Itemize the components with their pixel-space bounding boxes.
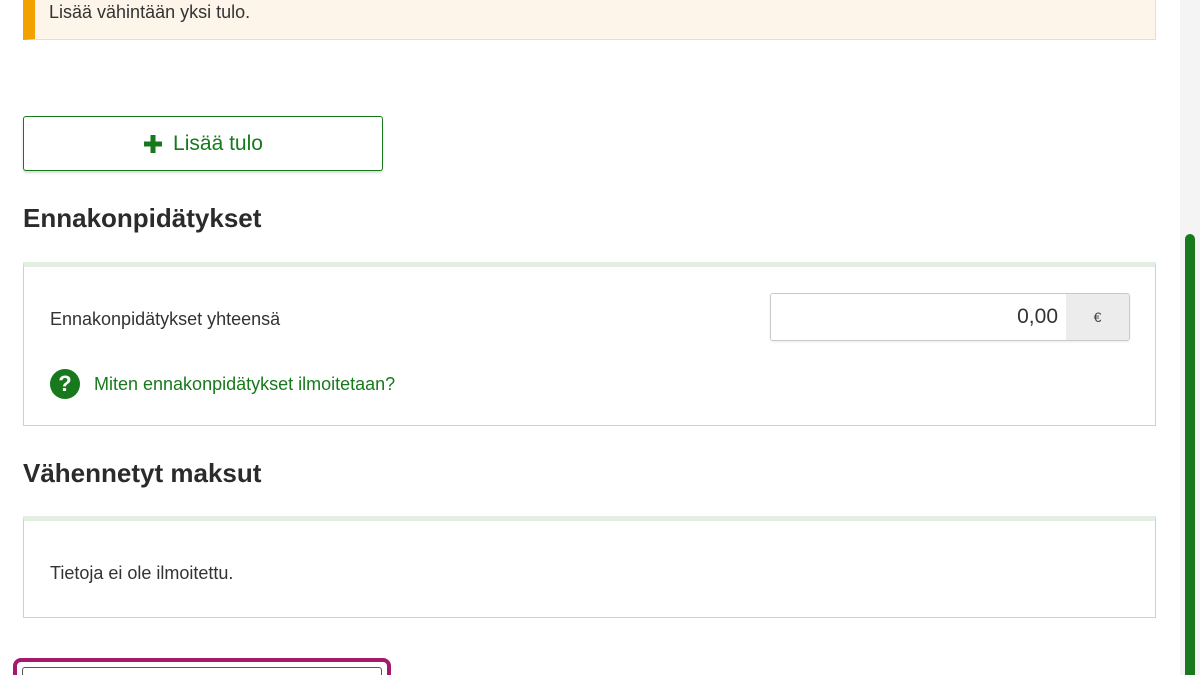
warning-notice: Lisää vähintään yksi tulo. bbox=[23, 0, 1156, 40]
focused-button[interactable] bbox=[13, 658, 391, 675]
withholdings-amount-field[interactable]: € bbox=[770, 293, 1130, 341]
withholdings-total-label: Ennakonpidätykset yhteensä bbox=[50, 309, 281, 329]
withholdings-help-link[interactable]: ? Miten ennakonpidätykset ilmoitetaan? bbox=[50, 369, 395, 399]
question-circle-icon: ? bbox=[50, 369, 80, 399]
scrollbar-thumb[interactable] bbox=[1185, 234, 1195, 675]
add-income-button[interactable]: Lisää tulo bbox=[23, 116, 383, 171]
help-link-text: Miten ennakonpidätykset ilmoitetaan? bbox=[94, 373, 396, 394]
focused-button-inner bbox=[22, 667, 382, 675]
withholdings-amount-input[interactable] bbox=[771, 294, 1066, 340]
plus-icon bbox=[144, 134, 163, 153]
currency-unit: € bbox=[1066, 294, 1129, 340]
deducted-payments-empty-text: Tietoja ei ole ilmoitettu. bbox=[50, 563, 234, 583]
add-income-label: Lisää tulo bbox=[173, 131, 263, 155]
notice-text: Lisää vähintään yksi tulo. bbox=[49, 2, 251, 22]
withholdings-heading: Ennakonpidätykset bbox=[23, 203, 262, 233]
page: Lisää vähintään yksi tulo. Lisää tulo En… bbox=[0, 0, 1200, 675]
withholdings-card: Ennakonpidätykset yhteensä € ? Miten enn… bbox=[23, 262, 1156, 426]
deducted-payments-card: Tietoja ei ole ilmoitettu. bbox=[23, 516, 1156, 618]
deducted-payments-heading: Vähennetyt maksut bbox=[23, 458, 262, 488]
